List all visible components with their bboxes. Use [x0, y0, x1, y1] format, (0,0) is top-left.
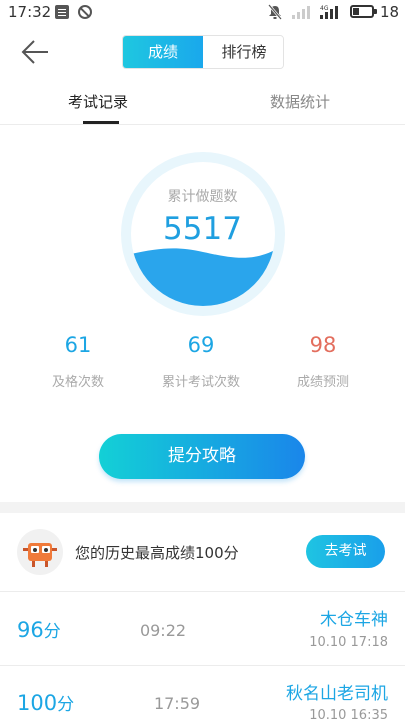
segment-leaderboard[interactable]: 排行榜 — [204, 36, 283, 68]
segment-control: 成绩 排行榜 — [122, 35, 284, 69]
divider — [0, 124, 405, 125]
go-exam-button[interactable]: 去考试 — [306, 535, 385, 568]
mascot-icon — [23, 543, 57, 567]
score-tips-button[interactable]: 提分攻略 — [99, 434, 305, 479]
total-questions-value: 5517 — [163, 211, 242, 247]
total-questions-label: 累计做题数 — [167, 189, 238, 205]
record-score-unit: 分 — [57, 695, 75, 715]
divider — [0, 665, 405, 666]
exam-count-value: 69 — [187, 333, 215, 357]
score-prediction-label: 成绩预测 — [296, 375, 349, 390]
tab-exam-records[interactable]: 考试记录 — [68, 91, 128, 112]
record-score-unit: 分 — [43, 622, 61, 642]
score-prediction-value: 98 — [309, 333, 337, 357]
record-title: 木仓车神 — [320, 610, 388, 630]
best-score-text: 您的历史最高成绩100分 — [75, 544, 239, 562]
signal-4g-icon: 4G — [320, 5, 338, 19]
record-duration: 17:59 — [153, 694, 201, 713]
divider — [0, 591, 405, 592]
record-score: 100分 — [17, 690, 74, 715]
record-score-value: 100 — [17, 691, 58, 715]
record-date: 10.10 16:35 — [309, 708, 388, 720]
battery-icon — [350, 5, 377, 18]
mascot-avatar — [17, 529, 63, 575]
record-score-value: 96 — [17, 618, 44, 642]
battery-level: 18 — [380, 3, 400, 21]
record-title: 秋名山老司机 — [286, 684, 388, 704]
tab-data-statistics[interactable]: 数据统计 — [270, 91, 330, 112]
status-bar: 17:32 4G 18 — [0, 0, 405, 26]
exam-count-label: 累计考试次数 — [161, 375, 240, 390]
status-time: 17:32 — [8, 3, 52, 21]
record-duration: 09:22 — [139, 621, 187, 640]
record-score: 96分 — [17, 617, 61, 642]
svg-text:4G: 4G — [320, 5, 329, 12]
arrow-left-icon[interactable] — [20, 38, 50, 66]
pass-count-label: 及格次数 — [51, 375, 104, 390]
signal-icon — [292, 6, 310, 19]
block-icon — [78, 5, 92, 19]
news-icon — [55, 5, 69, 19]
pass-count-value: 61 — [64, 333, 92, 357]
section-separator — [0, 502, 405, 513]
mute-icon — [268, 4, 282, 20]
segment-score[interactable]: 成绩 — [123, 36, 203, 68]
record-date: 10.10 17:18 — [309, 635, 388, 650]
